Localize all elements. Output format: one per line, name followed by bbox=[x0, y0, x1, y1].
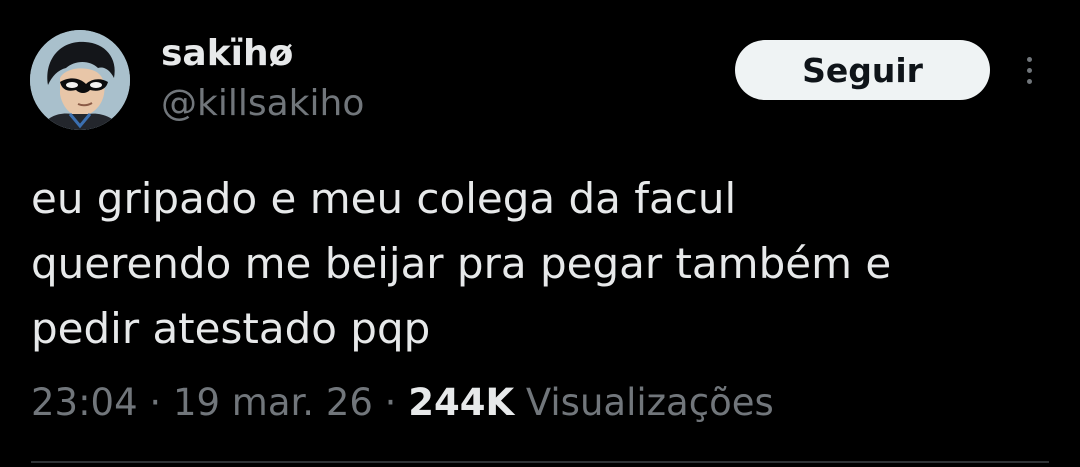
views-label: Visualizações bbox=[525, 381, 774, 424]
author-display-name[interactable]: sakïhø bbox=[161, 33, 293, 75]
tweet-text: eu gripado e meu colega da facul querend… bbox=[31, 166, 1041, 361]
avatar-image bbox=[30, 30, 130, 130]
more-vertical-icon-dot-2 bbox=[1026, 67, 1032, 73]
tweet-date[interactable]: 19 mar. 26 bbox=[173, 381, 373, 424]
divider bbox=[31, 461, 1049, 463]
tweet-time[interactable]: 23:04 bbox=[31, 381, 138, 424]
more-vertical-icon-dot-3 bbox=[1026, 78, 1032, 84]
meta-separator: · bbox=[137, 381, 173, 424]
tweet-metadata: 23:04 · 19 mar. 26 · 244K Visualizações bbox=[31, 380, 774, 426]
more-vertical-icon bbox=[1026, 56, 1032, 62]
avatar[interactable] bbox=[30, 30, 130, 130]
tweet-text-line: querendo me beijar pra pegar também e bbox=[31, 239, 892, 288]
more-options-button[interactable] bbox=[1016, 50, 1042, 90]
author-handle[interactable]: @killsakiho bbox=[161, 83, 364, 125]
tweet-card: sakïhø @killsakiho Seguir eu gripado e m… bbox=[0, 0, 1080, 467]
tweet-text-line: pedir atestado pqp bbox=[31, 304, 431, 353]
follow-button[interactable]: Seguir bbox=[735, 40, 990, 100]
tweet-text-line: eu gripado e meu colega da facul bbox=[31, 174, 737, 223]
meta-separator: · bbox=[372, 381, 409, 424]
views-count[interactable]: 244K bbox=[408, 381, 514, 424]
